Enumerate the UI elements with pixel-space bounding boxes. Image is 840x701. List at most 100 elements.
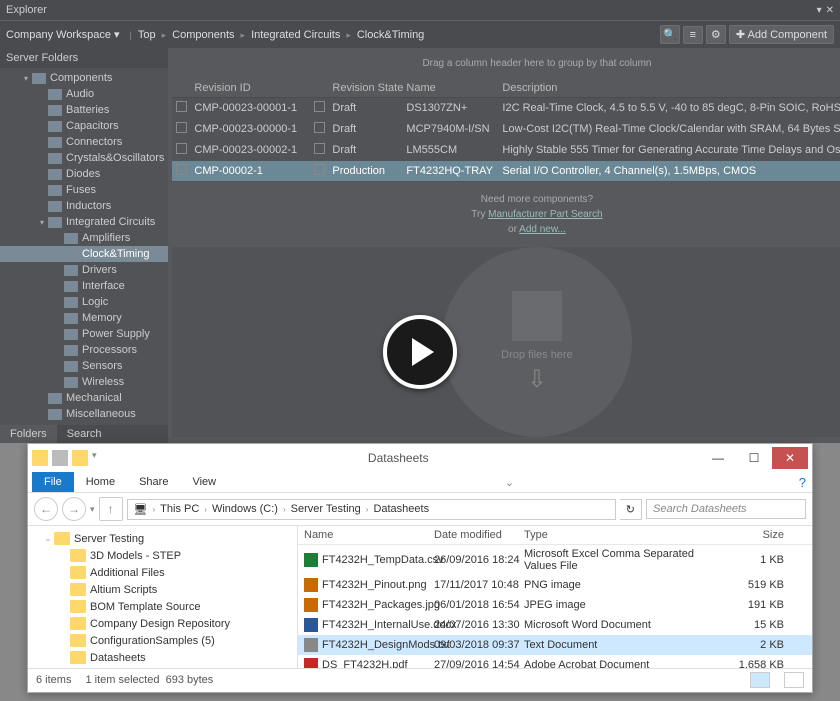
address-crumb[interactable]: Windows (C:) xyxy=(212,503,278,515)
tree-item[interactable]: Drivers xyxy=(0,262,168,278)
tree-item[interactable]: Mechanical xyxy=(0,390,168,406)
col-date[interactable]: Date modified xyxy=(434,529,524,541)
tree-item[interactable]: Audio xyxy=(0,86,168,102)
tree-item[interactable]: ▾Components xyxy=(0,70,168,86)
properties-icon[interactable] xyxy=(52,450,68,466)
tree-item[interactable]: Logic xyxy=(0,294,168,310)
tree-item[interactable]: Memory xyxy=(0,310,168,326)
grid-row[interactable]: CMP-00023-00002-1 Draft LM555CM Highly S… xyxy=(172,140,840,161)
sidebar-header[interactable]: Server Folders xyxy=(0,48,168,68)
tree-item[interactable]: Diodes xyxy=(0,166,168,182)
breadcrumb-item[interactable]: Clock&Timing xyxy=(357,29,424,41)
drop-files-area[interactable]: Drop files here ⇩ xyxy=(172,247,840,437)
icons-view-button[interactable] xyxy=(784,672,804,688)
col-description[interactable]: Description xyxy=(502,82,840,94)
grid-row[interactable]: CMP-00023-00001-1 Draft DS1307ZN+ I2C Re… xyxy=(172,98,840,119)
new-folder-icon[interactable] xyxy=(72,450,88,466)
tab-search[interactable]: Search xyxy=(57,425,112,443)
file-row[interactable]: DS_FT4232H.pdf 27/09/2016 14:54 Adobe Ac… xyxy=(298,655,812,668)
col-size[interactable]: Size xyxy=(724,529,784,541)
row-checkbox[interactable] xyxy=(176,101,187,112)
tree-item[interactable]: Interface xyxy=(0,278,168,294)
refresh-button[interactable]: ↻ xyxy=(620,499,642,520)
grid-row[interactable]: CMP-00023-00000-1 Draft MCP7940M-I/SN Lo… xyxy=(172,119,840,140)
nav-tree-item[interactable]: Company Design Repository xyxy=(28,615,297,632)
grid-row[interactable]: CMP-00002-1 Production FT4232HQ-TRAY Ser… xyxy=(172,161,840,182)
workspace-dropdown[interactable]: Company Workspace ▾ xyxy=(6,28,124,41)
address-crumb[interactable]: Server Testing xyxy=(291,503,361,515)
row-checkbox[interactable] xyxy=(176,143,187,154)
tree-item[interactable]: Inductors xyxy=(0,198,168,214)
group-by-hint[interactable]: Drag a column header here to group by th… xyxy=(172,52,840,75)
file-row[interactable]: FT4232H_InternalUse.docx 24/07/2016 13:3… xyxy=(298,615,812,635)
play-button[interactable] xyxy=(383,315,457,389)
tab-share[interactable]: Share xyxy=(127,472,180,492)
tree-item[interactable]: Amplifiers xyxy=(0,230,168,246)
address-crumb[interactable]: Datasheets xyxy=(373,503,429,515)
recent-dropdown-icon[interactable]: ▾ xyxy=(90,504,95,515)
search-icon[interactable]: 🔍 xyxy=(660,25,680,44)
tree-item[interactable]: Power Supply xyxy=(0,326,168,342)
tree-item[interactable]: Fuses xyxy=(0,182,168,198)
add-new-link[interactable]: Add new... xyxy=(519,224,566,235)
breadcrumb-item[interactable]: Components xyxy=(172,29,234,41)
tree-item[interactable]: Batteries xyxy=(0,102,168,118)
ribbon-expand-icon[interactable]: ⌄ xyxy=(505,476,514,489)
forward-button[interactable]: → xyxy=(62,497,86,521)
nav-tree-item[interactable]: ConfigurationSamples (5) xyxy=(28,632,297,649)
state-checkbox[interactable] xyxy=(314,164,325,175)
tree-item[interactable]: Capacitors xyxy=(0,118,168,134)
col-revision-state[interactable]: Revision State xyxy=(332,82,406,94)
row-checkbox[interactable] xyxy=(176,164,187,175)
tab-view[interactable]: View xyxy=(180,472,228,492)
close-button[interactable]: ✕ xyxy=(772,447,808,469)
nav-tree-item[interactable]: Altium Scripts xyxy=(28,581,297,598)
nav-tree-item[interactable]: 3D Models - STEP xyxy=(28,547,297,564)
nav-tree-item[interactable]: Datasheets xyxy=(28,649,297,666)
tab-folders[interactable]: Folders xyxy=(0,425,57,443)
tree-item[interactable]: Clock&Timing xyxy=(0,246,168,262)
row-checkbox[interactable] xyxy=(176,122,187,133)
tab-home[interactable]: Home xyxy=(74,472,127,492)
pin-icon[interactable]: ▾ xyxy=(817,5,822,16)
file-row[interactable]: FT4232H_Packages.jpg 06/01/2018 16:54 JP… xyxy=(298,595,812,615)
nav-tree-item[interactable]: ⌄Server Testing xyxy=(28,530,297,547)
state-checkbox[interactable] xyxy=(314,101,325,112)
window-titlebar[interactable]: ▾ Datasheets — ☐ ✕ xyxy=(28,444,812,472)
col-type[interactable]: Type xyxy=(524,529,724,541)
minimize-button[interactable]: — xyxy=(700,447,736,469)
tree-item[interactable]: Connectors xyxy=(0,134,168,150)
back-button[interactable]: ← xyxy=(34,497,58,521)
tree-item[interactable]: Processors xyxy=(0,342,168,358)
tree-item[interactable]: Crystals&Oscillators xyxy=(0,150,168,166)
file-row[interactable]: FT4232H_DesignMods.txt 09/03/2018 09:37 … xyxy=(298,635,812,655)
search-input[interactable]: Search Datasheets xyxy=(646,499,806,519)
add-component-button[interactable]: ✚ Add Component xyxy=(729,25,834,44)
manufacturer-part-search-link[interactable]: Manufacturer Part Search xyxy=(488,209,603,220)
address-input[interactable]: 🖥›This PC›Windows (C:)›Server Testing›Da… xyxy=(127,499,616,520)
maximize-button[interactable]: ☐ xyxy=(736,447,772,469)
up-button[interactable]: ↑ xyxy=(99,497,123,521)
nav-tree-item[interactable]: Design Projects xyxy=(28,666,297,668)
col-name[interactable]: Name xyxy=(304,529,434,541)
tree-item[interactable]: Wireless xyxy=(0,374,168,390)
state-checkbox[interactable] xyxy=(314,122,325,133)
breadcrumb-item[interactable]: Integrated Circuits xyxy=(251,29,340,41)
details-view-button[interactable] xyxy=(750,672,770,688)
tree-item[interactable]: Sensors xyxy=(0,358,168,374)
col-name[interactable]: Name xyxy=(406,82,502,94)
help-icon[interactable]: ? xyxy=(799,475,806,490)
folder-icon[interactable] xyxy=(32,450,48,466)
file-row[interactable]: FT4232H_TempData.csv 26/09/2016 18:24 Mi… xyxy=(298,545,812,575)
filter-icon[interactable]: ≡ xyxy=(683,26,703,44)
col-revision-id[interactable]: Revision ID xyxy=(194,82,314,94)
tree-item[interactable]: ▾Integrated Circuits xyxy=(0,214,168,230)
state-checkbox[interactable] xyxy=(314,143,325,154)
address-crumb[interactable]: This PC xyxy=(160,503,199,515)
nav-tree-item[interactable]: BOM Template Source xyxy=(28,598,297,615)
gear-icon[interactable]: ⚙ xyxy=(706,25,726,44)
close-icon[interactable]: ✕ xyxy=(826,5,834,16)
file-row[interactable]: FT4232H_Pinout.png 17/11/2017 10:48 PNG … xyxy=(298,575,812,595)
tab-file[interactable]: File xyxy=(32,472,74,492)
breadcrumb-item[interactable]: Top xyxy=(138,29,156,41)
